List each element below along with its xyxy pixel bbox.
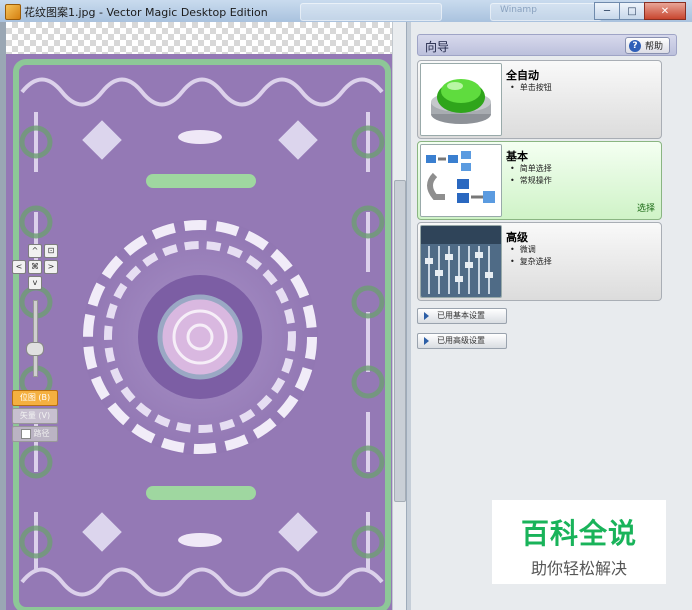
option-details: 微调 复杂选择 bbox=[510, 244, 552, 268]
option-detail: 复杂选择 bbox=[510, 256, 552, 267]
background-window-title: Winamp bbox=[500, 5, 537, 15]
option-detail: 常规操作 bbox=[510, 175, 552, 186]
title-bar: 花纹图案1.jpg - Vector Magic Desktop Edition… bbox=[0, 0, 692, 23]
option-fully-automatic[interactable]: 全自动 单击按钮 bbox=[417, 60, 662, 139]
option-title: 全自动 bbox=[506, 69, 539, 82]
pattern-image bbox=[6, 54, 398, 610]
expand-arrow-icon bbox=[424, 336, 429, 345]
pan-down-button[interactable]: v bbox=[28, 276, 42, 290]
wizard-header: 向导 ? 帮助 bbox=[417, 34, 677, 56]
maximize-button[interactable]: □ bbox=[619, 2, 645, 20]
pan-left-button[interactable]: < bbox=[12, 260, 26, 274]
pan-center-button[interactable]: ⌘ bbox=[28, 260, 42, 274]
path-checkbox[interactable] bbox=[20, 428, 31, 439]
minimize-button[interactable]: ─ bbox=[594, 2, 620, 20]
pan-up-button[interactable]: ^ bbox=[28, 244, 42, 258]
help-icon: ? bbox=[628, 39, 641, 52]
background-window-ghost bbox=[300, 3, 442, 21]
flowchart-icon bbox=[420, 144, 502, 217]
option-title: 高级 bbox=[506, 231, 528, 244]
window-title: 花纹图案1.jpg - Vector Magic Desktop Edition bbox=[24, 6, 268, 19]
bitmap-mode-button[interactable]: 位图 (B) bbox=[12, 390, 58, 406]
path-label: 路径 bbox=[33, 429, 50, 438]
option-details: 简单选择 常规操作 bbox=[510, 163, 552, 187]
zoom-slider-thumb[interactable] bbox=[26, 342, 44, 356]
image-canvas[interactable]: ^ ⊡ < ⌘ > v bbox=[6, 22, 406, 610]
option-title: 基本 bbox=[506, 150, 528, 163]
help-button[interactable]: ? 帮助 bbox=[624, 37, 670, 54]
option-advanced[interactable]: 高级 微调 复杂选择 bbox=[417, 222, 662, 301]
close-button[interactable]: ✕ bbox=[644, 2, 686, 20]
advanced-settings-button[interactable]: 已用高级设置 bbox=[417, 333, 507, 349]
option-detail: 微调 bbox=[510, 244, 552, 255]
help-label: 帮助 bbox=[644, 42, 663, 52]
select-link[interactable]: 选择 bbox=[637, 201, 655, 214]
expand-arrow-icon bbox=[424, 311, 429, 320]
app-icon bbox=[5, 4, 21, 20]
option-basic[interactable]: 基本 简单选择 常规操作 选择 bbox=[417, 141, 662, 220]
watermark-main: 百科全说 bbox=[520, 517, 637, 550]
basic-settings-button[interactable]: 已用基本设置 bbox=[417, 308, 507, 324]
zoom-slider-track[interactable] bbox=[33, 300, 38, 377]
option-detail: 单击按钮 bbox=[510, 82, 552, 93]
vector-mode-button[interactable]: 矢量 (V) bbox=[12, 408, 58, 424]
watermark: 百科全说 助你轻松解决 bbox=[492, 500, 666, 584]
scrollbar-thumb[interactable] bbox=[394, 180, 406, 502]
watermark-sub: 助你轻松解决 bbox=[530, 559, 627, 578]
wizard-title: 向导 bbox=[425, 40, 450, 54]
option-details: 单击按钮 bbox=[510, 82, 552, 94]
green-button-icon bbox=[420, 63, 502, 136]
fit-icon[interactable]: ⊡ bbox=[44, 244, 58, 258]
pan-right-button[interactable]: > bbox=[44, 260, 58, 274]
mixer-icon bbox=[420, 225, 502, 298]
option-detail: 简单选择 bbox=[510, 163, 552, 174]
path-toggle[interactable]: 路径 bbox=[12, 426, 58, 442]
window-controls: ─ □ ✕ bbox=[594, 2, 686, 20]
advanced-settings-label: 已用高级设置 bbox=[437, 336, 485, 345]
basic-settings-label: 已用基本设置 bbox=[437, 311, 485, 320]
